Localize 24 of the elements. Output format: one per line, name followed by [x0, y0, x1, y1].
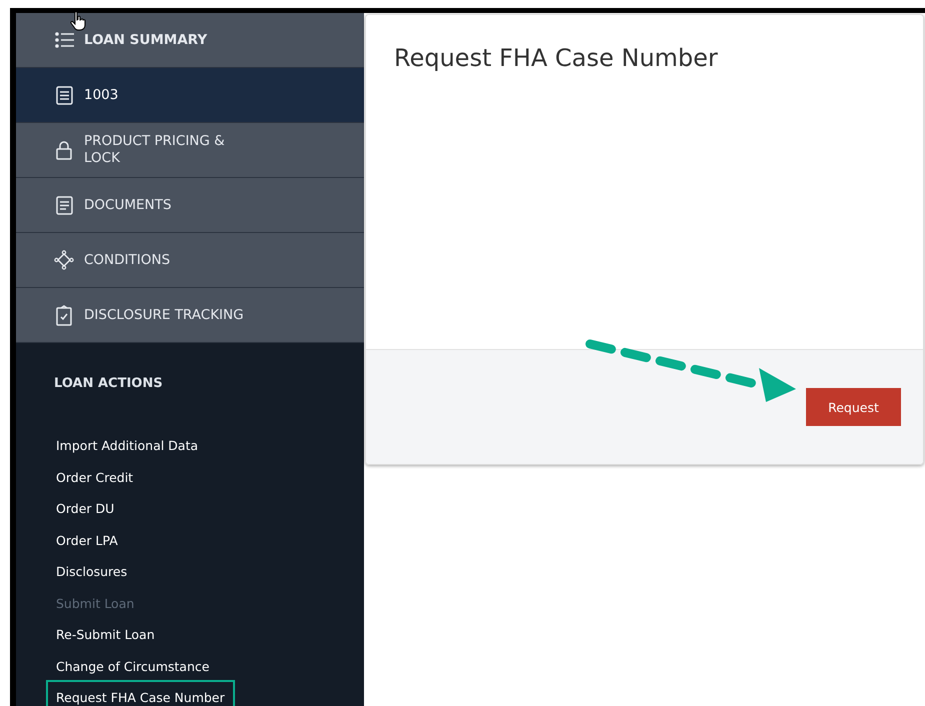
action-link[interactable]: Disclosures — [46, 554, 138, 586]
action-link[interactable]: Import Additional Data — [46, 428, 208, 460]
hand-cursor-icon — [70, 11, 86, 31]
nav-item[interactable]: DOCUMENTS — [16, 178, 364, 233]
action-link[interactable]: Change of Circumstance — [46, 648, 220, 680]
request-button[interactable]: Request — [806, 388, 901, 426]
action-link[interactable]: Order Credit — [46, 460, 144, 491]
nav-item[interactable]: LOAN SUMMARY — [16, 13, 364, 68]
nav-item[interactable]: DISCLOSURE TRACKING — [16, 288, 364, 343]
action-link[interactable]: Re-Submit Loan — [46, 617, 165, 648]
document-icon — [54, 84, 75, 106]
list-icon — [54, 30, 75, 50]
lock-icon — [54, 140, 75, 160]
nav-item[interactable]: PRODUCT PRICING & LOCK — [16, 123, 364, 178]
clipboard-check-icon — [54, 304, 75, 326]
diamond-nodes-icon — [54, 250, 75, 270]
action-link[interactable]: Request FHA Case Number — [46, 680, 235, 706]
dialog-title: Request FHA Case Number — [394, 44, 718, 72]
section-heading: LOAN ACTIONS — [54, 376, 164, 391]
nav-item[interactable]: CONDITIONS — [16, 233, 364, 288]
action-link[interactable]: Order LPA — [46, 522, 128, 554]
action-link[interactable]: Order DU — [46, 491, 124, 522]
document-icon — [54, 194, 75, 216]
nav-item[interactable]: 1003 — [16, 68, 364, 123]
